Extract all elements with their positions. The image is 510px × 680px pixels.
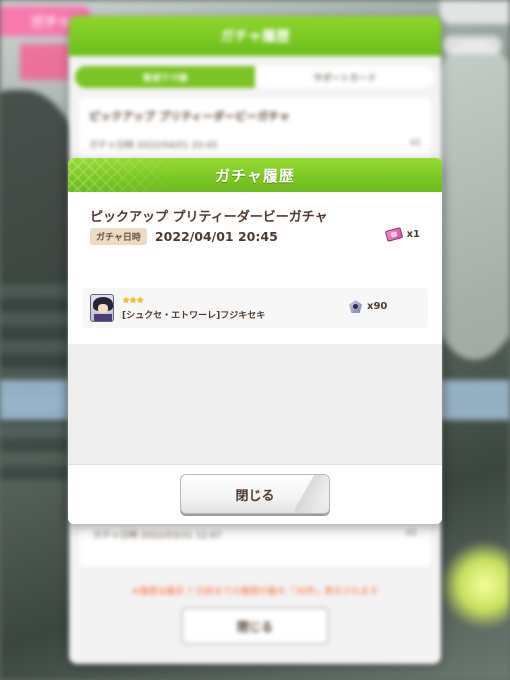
tab-uma-musume[interactable]: 育成ウマ娘 [75, 66, 255, 88]
date-value: 2022/04/01 20:45 [154, 229, 278, 244]
gacha-history-modal: ガチャ履歴 ピックアップ プリティーダービーガチャ ガチャ日時 2022/04/… [68, 158, 442, 524]
back-history-entry: ピックアップ プリティーダービーガチャ ガチャ日時 2022/04/01 20:… [79, 98, 431, 162]
background-screen-title: ガチャ [30, 15, 72, 31]
date-label: ガチャ日時 [90, 228, 147, 245]
rarity-stars-icon: ★★★ [122, 295, 144, 306]
back-close-button[interactable]: 閉じる [181, 607, 329, 645]
piece-qty: x90 [367, 301, 388, 312]
piece-count: x90 [349, 300, 387, 313]
result-info: ★★★ [シュクセ・エトワーレ]フジキセキ [122, 296, 265, 321]
back-dialog-header: ガチャ履歴 [69, 16, 441, 56]
empty-results-area [68, 344, 442, 464]
ticket-count: x1 [384, 227, 420, 242]
back-history-notice: ※履歴は最近 7 日前までの履歴が最大「30件」表示されます [131, 587, 379, 597]
back-tab-bar: 育成ウマ娘 サポートカード [75, 66, 435, 88]
date-row: ガチャ日時 2022/04/01 20:45 [90, 228, 278, 245]
back-entry-date: 2022/04/01 20:45 [136, 141, 218, 151]
result-row: ★★★ [シュクセ・エトワーレ]フジキセキ x90 [82, 288, 428, 328]
modal-footer: 閉じる [68, 464, 442, 524]
back-entry-qty-2: x1 [405, 528, 417, 538]
back-entry-banner: ピックアップ プリティーダービーガチャ [89, 110, 291, 123]
modal-header: ガチャ履歴 [68, 158, 442, 192]
back-entry-qty: x1 [409, 138, 421, 148]
modal-title: ガチャ履歴 [215, 166, 295, 185]
header-pattern [68, 158, 178, 192]
back-dialog-title: ガチャ履歴 [220, 29, 290, 45]
close-button[interactable]: 閉じる [180, 474, 330, 514]
back-entry-date-label-2: ガチャ日時 [93, 531, 138, 541]
ticket-qty: x1 [406, 229, 420, 240]
character-portrait [90, 294, 114, 322]
close-button-label: 閉じる [235, 488, 275, 504]
tab-support-card[interactable]: サポートカード [255, 66, 435, 88]
gacha-ticket-icon [384, 227, 403, 242]
back-entry-date-2: 2022/03/31 12:47 [140, 531, 222, 541]
modal-body: ピックアップ プリティーダービーガチャ ガチャ日時 2022/04/01 20:… [68, 192, 442, 464]
back-entry-date-label: ガチャ日時 [89, 141, 134, 151]
character-name: [シュクセ・エトワーレ]フジキセキ [122, 310, 266, 321]
banner-name: ピックアップ プリティーダービーガチャ [90, 210, 328, 225]
uma-piece-icon [349, 300, 362, 313]
